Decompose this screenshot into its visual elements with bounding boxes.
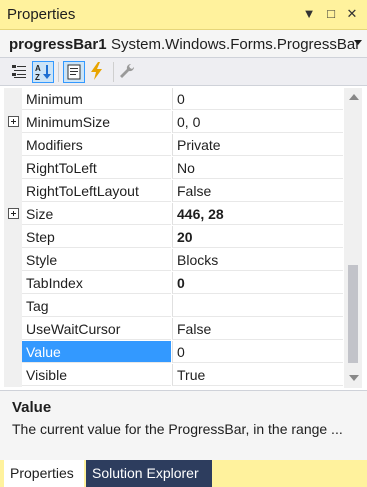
window-menu-arrow-icon[interactable]: ▼ [300,5,318,23]
property-row-modifiers[interactable]: Modifiers Private [4,134,343,157]
row-gutter [4,203,22,226]
property-value[interactable]: 0, 0 [172,111,343,133]
alphabetical-button[interactable]: A Z [32,61,54,83]
property-value[interactable]: False [172,318,343,340]
alphabetical-icon: A Z [35,64,51,82]
property-name[interactable]: RightToLeft [22,157,171,179]
property-value[interactable]: 446, 28 [172,203,343,225]
object-selector[interactable]: progressBar1 System.Windows.Forms.Progre… [0,30,367,58]
svg-text:Z: Z [35,73,40,82]
property-value[interactable]: True [172,364,343,386]
row-gutter [4,272,22,295]
categorized-button[interactable] [9,61,31,83]
property-name[interactable]: Value [22,341,171,363]
property-row-usewaitcursor[interactable]: UseWaitCursor False [4,318,343,341]
scroll-down-arrow-icon[interactable] [349,375,359,381]
property-value[interactable]: False [172,180,343,202]
property-row-righttoleft[interactable]: RightToLeft No [4,157,343,180]
property-row-tag[interactable]: Tag [4,295,343,318]
property-name[interactable]: Step [22,226,171,248]
row-gutter [4,88,22,111]
maximize-button[interactable]: □ [322,5,340,23]
close-button[interactable]: ✕ [343,5,361,23]
property-value[interactable]: 0 [172,272,343,294]
description-pane: Value The current value for the Progress… [0,390,367,460]
property-name[interactable]: Size [22,203,171,225]
property-name[interactable]: Style [22,249,171,271]
property-value[interactable]: 20 [172,226,343,248]
property-row-size[interactable]: Size 446, 28 [4,203,343,226]
property-name[interactable]: UseWaitCursor [22,318,171,340]
properties-icon [67,64,81,80]
toolbar-separator [113,62,114,82]
row-gutter [4,364,22,387]
row-gutter [4,111,22,134]
row-gutter [4,318,22,341]
categorized-icon [12,65,26,78]
property-value[interactable]: No [172,157,343,179]
tab-strip: Properties Solution Explorer [0,460,367,487]
property-value[interactable]: Private [172,134,343,156]
tab-properties[interactable]: Properties [4,460,84,487]
chevron-down-icon[interactable] [354,40,362,45]
object-name: progressBar1 [9,36,107,53]
title-bar: Properties ▼ □ ✕ [0,0,367,30]
row-gutter [4,180,22,203]
property-name[interactable]: RightToLeftLayout [22,180,171,202]
events-button[interactable] [87,61,109,83]
property-grid: Minimum 0 MinimumSize 0, 0 Modifiers Private R… [4,88,343,388]
tab-solution-explorer[interactable]: Solution Explorer [86,460,212,487]
property-row-visible[interactable]: Visible True [4,364,343,387]
property-value[interactable] [172,295,343,317]
row-gutter [4,249,22,272]
property-row-righttoleftlayout[interactable]: RightToLeftLayout False [4,180,343,203]
row-gutter [4,134,22,157]
property-name[interactable]: Modifiers [22,134,171,156]
property-row-value[interactable]: Value 0 [4,341,343,364]
wrench-icon [120,63,135,78]
property-row-tabindex[interactable]: TabIndex 0 [4,272,343,295]
description-title: Value [12,399,52,416]
property-row-minimumsize[interactable]: MinimumSize 0, 0 [4,111,343,134]
expand-plus-icon[interactable] [8,116,19,127]
property-value[interactable]: 0 [172,341,343,363]
description-text: The current value for the ProgressBar, i… [12,421,343,437]
toolbar-separator [58,62,59,82]
property-pages-button[interactable] [117,61,139,83]
object-type: System.Windows.Forms.ProgressBar [111,36,361,53]
row-gutter [4,295,22,318]
scroll-up-arrow-icon[interactable] [349,94,359,100]
property-name[interactable]: Tag [22,295,171,317]
properties-toolbar: A Z [0,58,367,86]
scrollbar-thumb[interactable] [348,265,358,363]
row-gutter [4,341,22,364]
property-value[interactable]: 0 [172,88,343,110]
property-name[interactable]: MinimumSize [22,111,171,133]
expand-plus-icon[interactable] [8,208,19,219]
property-name[interactable]: TabIndex [22,272,171,294]
property-row-step[interactable]: Step 20 [4,226,343,249]
row-gutter [4,157,22,180]
vertical-scrollbar[interactable] [344,88,362,388]
properties-button[interactable] [63,61,85,83]
property-row-minimum[interactable]: Minimum 0 [4,88,343,111]
property-row-style[interactable]: Style Blocks [4,249,343,272]
row-gutter [4,226,22,249]
lightning-icon [91,62,102,80]
property-name[interactable]: Minimum [22,88,171,110]
property-value[interactable]: Blocks [172,249,343,271]
panel-title: Properties [7,6,76,23]
svg-text:A: A [35,64,41,73]
property-name[interactable]: Visible [22,364,171,386]
